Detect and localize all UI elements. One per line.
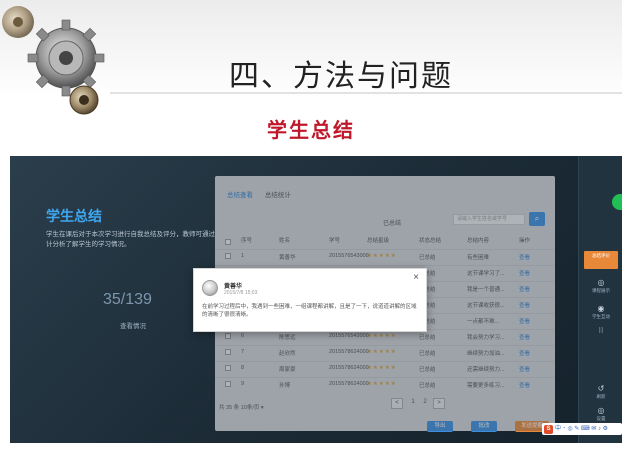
gears-icon (2, 6, 105, 115)
course-display-label: 课程展示 (592, 288, 610, 293)
interaction-icon: ◉ (597, 304, 605, 313)
overview-count: 35/139 (103, 291, 152, 308)
close-icon[interactable]: × (413, 272, 419, 283)
summary-detail-popup: 黄善华 2015/7/8 15:03 × 在前学习过程后中，我遇到一些困难，一组… (193, 268, 427, 332)
slide-title: 四、方法与问题 (229, 59, 453, 94)
refresh-button[interactable]: ↺ 刷新 (584, 384, 618, 402)
summary-overview: 学生总结 学生在课后对于本次学习进行自我总结及评分，教师可通过统计分析了解学生的… (20, 178, 222, 428)
overview-title: 学生总结 (46, 208, 102, 224)
settings-button[interactable]: ◎ 设置 (584, 406, 618, 424)
summary-date: 2015/7/8 15:03 (224, 290, 258, 296)
ime-toolbar[interactable]: S中 ･ ◎ ✎ ⌨ ✉ ♪ ⚙ (542, 423, 622, 435)
refresh-label: 刷新 (596, 394, 606, 399)
student-name: 黄善华 (224, 284, 243, 290)
more-button[interactable]: ⁝⁝ (584, 326, 618, 344)
slide-subtitle: 学生总结 (267, 118, 355, 142)
sogou-logo-icon: S (544, 425, 553, 434)
app-screenshot: 学生总结 学生在课后对于本次学习进行自我总结及评分，教师可通过统计分析了解学生的… (10, 156, 622, 443)
student-interaction-label: 学生互动 (592, 314, 610, 319)
gear-icon: ◎ (597, 406, 605, 415)
settings-label: 设置 (596, 416, 606, 421)
summary-text: 在前学习过程后中，我遇到一些困难，一组课程都讲解，且是了一下，说道道讲解的区域的… (202, 304, 417, 318)
presentation-slide: 四、方法与问题 学生总结 学生总结 学生在课后对于本次学习进行自我总结及评分，教… (0, 0, 622, 453)
course-display-button[interactable]: ◎ 课程展示 (584, 278, 618, 296)
overview-description: 学生在课后对于本次学习进行自我总结及评分，教师可通过统计分析了解学生的学习情况。 (46, 231, 222, 248)
grid-icon: ⁝⁝ (598, 326, 604, 335)
view-status-link[interactable]: 查看情况 (120, 320, 146, 330)
student-interaction-button[interactable]: ◉ 学生互动 (584, 304, 618, 322)
target-icon: ◎ (597, 278, 605, 287)
ime-tools: 中 ･ ◎ ✎ ⌨ ✉ ♪ ⚙ (555, 426, 608, 432)
summary-eval-button[interactable]: 总结评价 (584, 251, 618, 269)
avatar (202, 280, 218, 296)
refresh-icon: ↺ (597, 384, 605, 393)
floating-toggle[interactable] (612, 194, 622, 210)
